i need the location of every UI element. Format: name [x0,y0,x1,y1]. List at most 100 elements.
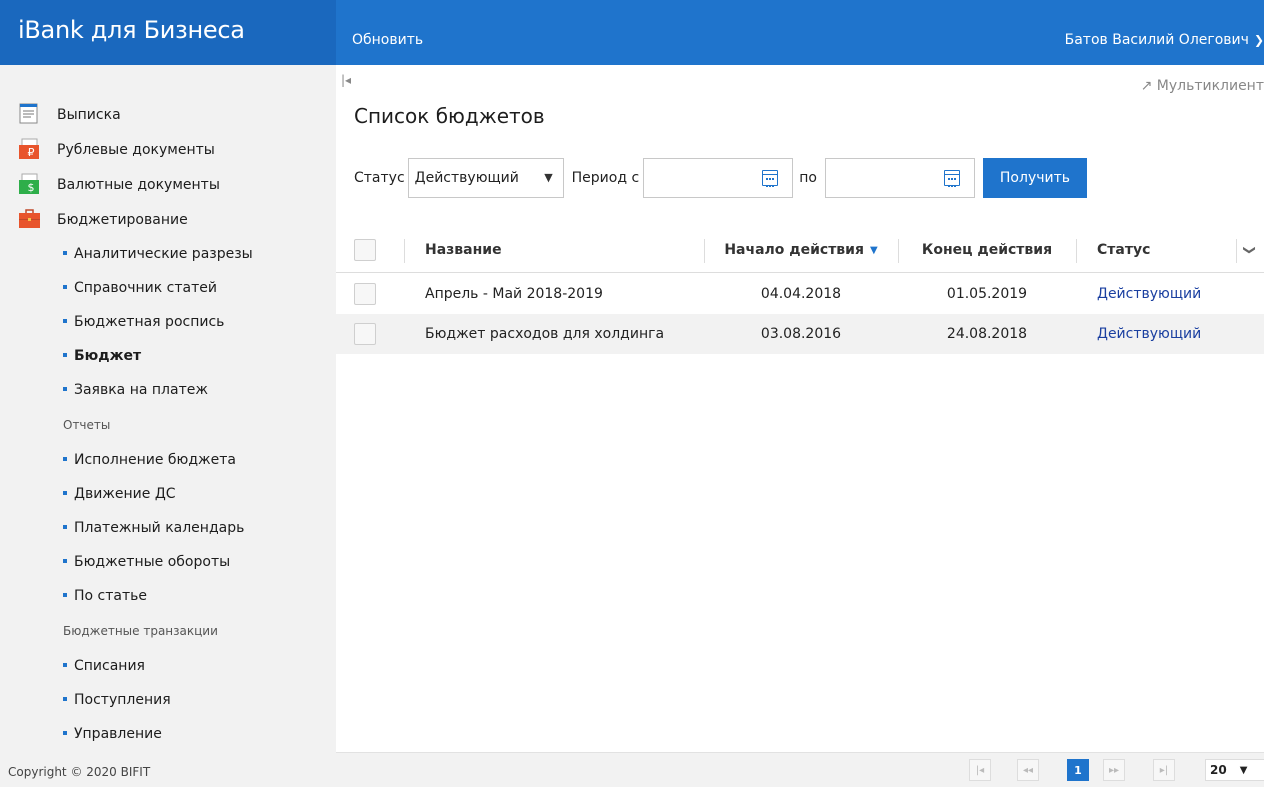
sidebar-item-receipts[interactable]: Поступления [0,683,336,717]
sidebar-item-ruble-documents[interactable]: ₽ Рублевые документы [0,132,336,167]
statement-icon [19,103,38,124]
cell-start: 03.08.2016 [760,326,842,342]
svg-text:₽: ₽ [28,146,35,159]
multiclient-label: Мультиклиент [1156,78,1264,94]
date-to-field[interactable] [824,158,975,198]
table-row[interactable]: Апрель - Май 2018-2019 04.04.2018 01.05.… [336,274,1264,314]
first-page-icon[interactable]: |◂ [969,759,991,781]
sidebar-item-budget-schedule[interactable]: Бюджетная роспись [0,305,336,339]
sidebar-nav: Выписка ₽ Рублевые документы $ Валютные … [0,97,336,751]
cell-name: Бюджет расходов для холдинга [425,326,665,342]
sidebar-item-currency-documents[interactable]: $ Валютные документы [0,167,336,202]
table-row[interactable]: Бюджет расходов для холдинга 03.08.2016 … [336,314,1264,354]
cell-status[interactable]: Действующий [1097,274,1201,314]
status-select-value: Действующий [414,170,519,186]
sidebar-item-label: Выписка [57,106,121,123]
period-from-label: Период с [571,170,640,186]
collapse-sidebar-icon[interactable]: |◂ [341,73,351,87]
sidebar-subitem-label: Бюджет [74,348,142,364]
sidebar-item-management[interactable]: Управление [0,717,336,751]
last-page-icon[interactable]: ▸| [1153,759,1175,781]
calendar-icon[interactable] [762,170,779,187]
page-title: Список бюджетов [354,104,545,128]
sidebar: Выписка ₽ Рублевые документы $ Валютные … [0,65,336,787]
user-name: Батов Василий Олегович [1064,32,1249,48]
sidebar-item-analytic-sections[interactable]: Аналитические разрезы [0,237,336,271]
next-page-icon[interactable]: ▸▸ [1103,759,1125,781]
sidebar-item-label: Валютные документы [57,176,220,193]
per-page-select[interactable]: 20 ▼ [1205,759,1264,781]
sidebar-group-reports: Отчеты [63,418,111,432]
sort-desc-icon: ▼ [869,244,878,256]
table-header: Название Начало действия ▼ Конец действи… [336,227,1264,273]
sidebar-subitem-label: Бюджетная роспись [74,314,225,330]
sidebar-subitem-label: Справочник статей [74,280,217,296]
column-header-label: Статус [1097,242,1151,258]
sidebar-item-budget-execution[interactable]: Исполнение бюджета [0,443,336,477]
cell-end: 24.08.2018 [946,326,1028,342]
column-header-label: Название [425,242,502,258]
svg-text:$: $ [28,181,35,194]
app-logo[interactable]: iBank для Бизнеса [18,16,245,44]
user-menu[interactable]: Батов Василий Олегович ❯ [1065,32,1264,48]
sidebar-subitem-label: Исполнение бюджета [74,452,236,468]
column-header-end[interactable]: Конец действия [898,227,1076,273]
copyright: Copyright © 2020 BIFIT [8,765,151,779]
sidebar-subitem-label: Заявка на платеж [74,382,208,398]
status-filter-label: Статус [354,170,405,186]
sidebar-item-items-directory[interactable]: Справочник статей [0,271,336,305]
sidebar-subitem-label: Поступления [74,692,171,708]
column-header-label: Начало действия [724,242,864,258]
sidebar-item-payment-request[interactable]: Заявка на платеж [0,373,336,407]
row-checkbox[interactable] [354,283,376,305]
sidebar-item-budget-turnover[interactable]: Бюджетные обороты [0,545,336,579]
sidebar-item-statement[interactable]: Выписка [0,97,336,132]
sidebar-item-payment-calendar[interactable]: Платежный календарь [0,511,336,545]
sidebar-group-transactions: Бюджетные транзакции [63,624,218,638]
currency-documents-icon: $ [19,173,39,194]
sidebar-item-by-item[interactable]: По статье [0,579,336,613]
sidebar-item-write-offs[interactable]: Списания [0,649,336,683]
chevron-down-icon: ❯ [1253,33,1264,47]
external-link-icon: ↗ [1140,78,1153,94]
sidebar-subitem-label: Движение ДС [74,486,176,502]
sidebar-subitem-label: Платежный календарь [74,520,245,536]
sidebar-item-cash-flow[interactable]: Движение ДС [0,477,336,511]
prev-page-icon[interactable]: ◂◂ [1017,759,1039,781]
cell-start: 04.04.2018 [760,286,842,302]
chevron-down-icon: ❯ [1243,244,1257,256]
sidebar-item-budgeting[interactable]: Бюджетирование [0,202,336,237]
column-header-label: Конец действия [921,242,1053,258]
row-checkbox[interactable] [354,323,376,345]
per-page-value: 20 [1210,763,1227,777]
get-button[interactable]: Получить [982,158,1088,198]
current-page[interactable]: 1 [1067,759,1089,781]
sidebar-item-label: Рублевые документы [57,141,215,158]
dropdown-arrow-icon: ▼ [544,171,553,184]
refresh-button[interactable]: Обновить [352,32,423,48]
multiclient-link[interactable]: ↗ Мультиклиент [1141,78,1264,94]
select-all-checkbox[interactable] [354,239,376,261]
brand-area: iBank для Бизнеса [0,0,336,65]
column-menu-button[interactable]: ❯ [1236,227,1264,273]
sidebar-subitem-label: Аналитические разрезы [74,246,253,262]
sidebar-item-budget[interactable]: Бюджет [0,339,336,373]
main-content: |◂ ↗ Мультиклиент Список бюджетов Статус… [336,65,1264,787]
ruble-documents-icon: ₽ [19,138,39,159]
cell-end: 01.05.2019 [946,286,1028,302]
cell-status[interactable]: Действующий [1097,314,1201,354]
period-to-label: по [799,170,817,186]
column-header-status[interactable]: Статус [1076,227,1236,273]
calendar-icon[interactable] [943,170,960,187]
sidebar-item-label: Бюджетирование [57,211,188,228]
cell-name: Апрель - Май 2018-2019 [425,286,603,302]
column-header-name[interactable]: Название [404,227,704,273]
filter-bar: Статус Действующий ▼ Период с по Получит… [354,158,1088,198]
pager-bar: |◂ ◂◂ 1 ▸▸ ▸| 20 ▼ [336,752,1264,787]
dropdown-arrow-icon: ▼ [1239,764,1248,776]
column-header-start[interactable]: Начало действия ▼ [704,227,898,273]
top-bar: iBank для Бизнеса Обновить Батов Василий… [0,0,1264,65]
date-from-field[interactable] [643,158,794,198]
sidebar-subitem-label: Управление [74,726,162,742]
status-select[interactable]: Действующий ▼ [407,158,564,198]
